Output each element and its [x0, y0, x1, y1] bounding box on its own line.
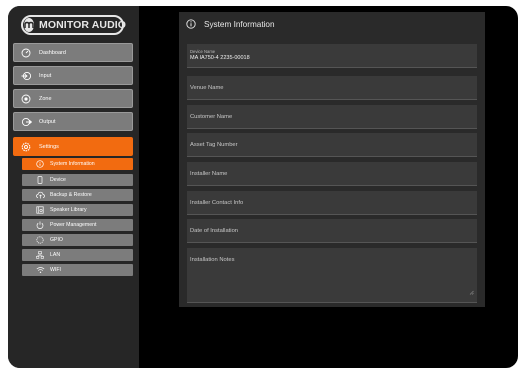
- brand-logo: MONITOR AUDIO: [21, 15, 127, 35]
- field-placeholder: Installer Name: [190, 171, 228, 177]
- device-icon: [35, 175, 45, 185]
- dashboard-icon: [19, 46, 33, 60]
- sub-label: Device: [50, 177, 66, 183]
- panel-title: System Information: [204, 19, 275, 29]
- device-name-value: MA IA750-4 2235-00018: [190, 55, 250, 61]
- nav-label: Zone: [39, 95, 52, 102]
- sub-label: WIFI: [50, 267, 61, 273]
- date-of-installation-field[interactable]: Date of Installation: [187, 219, 477, 243]
- venue-name-field[interactable]: Venue Name: [187, 76, 477, 100]
- nav-label: Dashboard: [39, 49, 66, 56]
- sub-item-system-information[interactable]: System Information: [22, 158, 133, 170]
- nav-item-zone[interactable]: Zone: [13, 89, 133, 108]
- sub-label: GPIO: [50, 237, 63, 243]
- input-icon: [19, 69, 33, 83]
- zone-icon: [19, 92, 33, 106]
- nav-item-output[interactable]: Output: [13, 112, 133, 131]
- output-icon: [19, 115, 33, 129]
- installer-contact-info-field[interactable]: Installer Contact Info: [187, 191, 477, 215]
- sidebar: MONITOR AUDIO Dashboard Input Zone Outpu…: [8, 6, 139, 368]
- field-placeholder: Asset Tag Number: [190, 142, 238, 148]
- info-icon: [35, 159, 45, 169]
- app-window: MONITOR AUDIO Dashboard Input Zone Outpu…: [8, 6, 518, 368]
- sub-label: Speaker Library: [50, 207, 87, 213]
- nav-item-settings[interactable]: Settings: [13, 137, 133, 156]
- wifi-icon: [35, 265, 45, 275]
- library-icon: [35, 205, 45, 215]
- field-placeholder: Date of Installation: [190, 228, 239, 234]
- asset-tag-number-field[interactable]: Asset Tag Number: [187, 133, 477, 157]
- sub-label: Backup & Restore: [50, 192, 92, 198]
- installer-name-field[interactable]: Installer Name: [187, 162, 477, 186]
- brand-name: MONITOR AUDIO: [39, 19, 127, 31]
- gear-icon: [19, 140, 33, 154]
- sub-item-device[interactable]: Device: [22, 174, 133, 186]
- nav-label: Output: [39, 118, 56, 125]
- system-information-panel: System Information Device Name MA IA750-…: [179, 12, 485, 307]
- gpio-icon: [35, 235, 45, 245]
- lan-icon: [35, 250, 45, 260]
- device-name-field[interactable]: Device Name MA IA750-4 2235-00018: [187, 44, 477, 68]
- sub-label: LAN: [50, 252, 61, 258]
- sub-label: System Information: [50, 161, 95, 167]
- customer-name-field[interactable]: Customer Name: [187, 105, 477, 129]
- sub-item-wifi[interactable]: WIFI: [22, 264, 133, 276]
- sub-item-speaker-library[interactable]: Speaker Library: [22, 204, 133, 216]
- sub-item-gpio[interactable]: GPIO: [22, 234, 133, 246]
- panel-header: System Information: [179, 12, 485, 36]
- sub-item-backup-restore[interactable]: Backup & Restore: [22, 189, 133, 201]
- sub-label: Power Management: [50, 222, 97, 228]
- device-name-label: Device Name: [190, 49, 216, 54]
- nav-label: Settings: [39, 143, 59, 150]
- cloud-icon: [35, 190, 45, 200]
- power-icon: [35, 220, 45, 230]
- nav-item-dashboard[interactable]: Dashboard: [13, 43, 133, 62]
- field-placeholder: Installation Notes: [190, 257, 235, 263]
- sub-item-lan[interactable]: LAN: [22, 249, 133, 261]
- nav-label: Input: [39, 72, 52, 79]
- sub-item-power-management[interactable]: Power Management: [22, 219, 133, 231]
- field-placeholder: Customer Name: [190, 114, 233, 120]
- nav-item-input[interactable]: Input: [13, 66, 133, 85]
- info-icon: [186, 19, 196, 29]
- installation-notes-textarea[interactable]: Installation Notes: [187, 248, 477, 303]
- field-placeholder: Venue Name: [190, 85, 224, 91]
- monitor-audio-logo-icon: [24, 18, 34, 32]
- resize-handle-icon[interactable]: [469, 282, 474, 300]
- field-placeholder: Installer Contact Info: [190, 200, 244, 206]
